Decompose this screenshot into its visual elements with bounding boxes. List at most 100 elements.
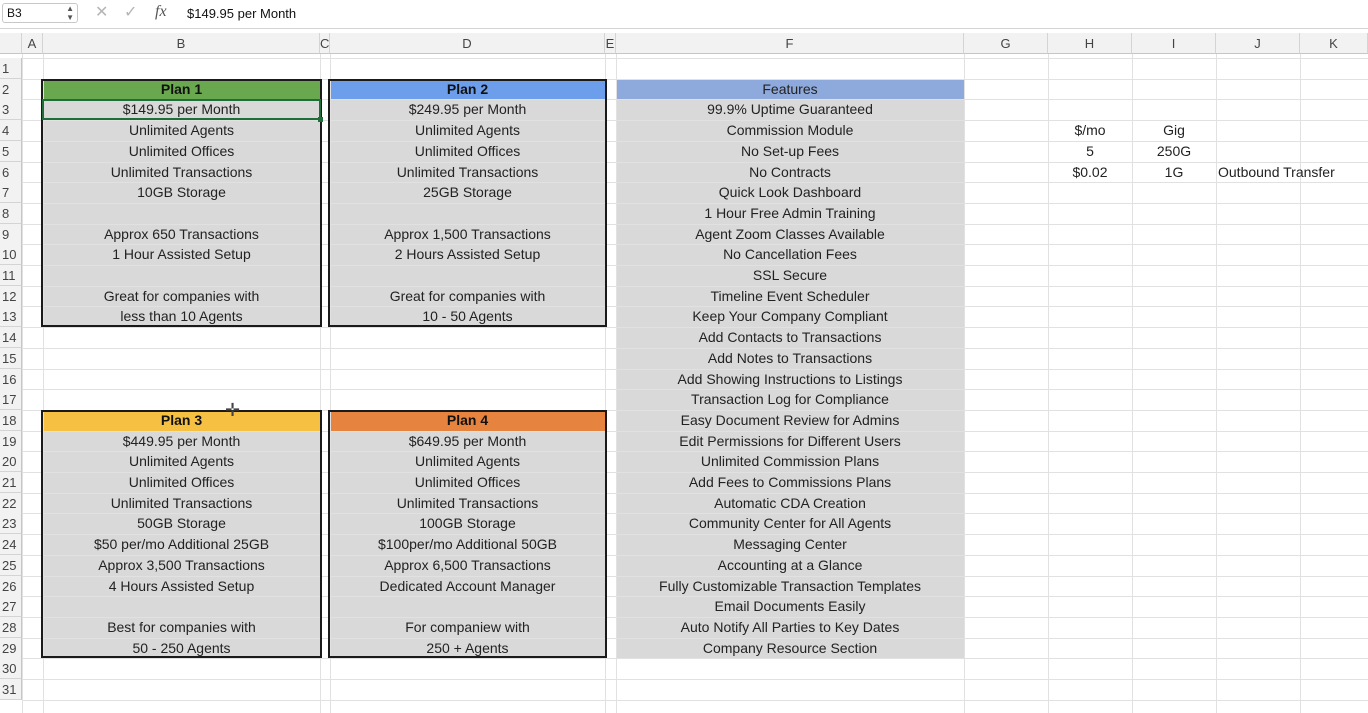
plan-1-line[interactable]: less than 10 Agents [43,306,320,327]
row-header-16[interactable]: 16 [0,369,22,390]
feature-item[interactable]: Email Documents Easily [616,596,964,617]
feature-item[interactable]: SSL Secure [616,265,964,286]
feature-item[interactable]: 99.9% Uptime Guaranteed [616,99,964,120]
column-header-f[interactable]: F [616,33,964,54]
feature-item[interactable]: Company Resource Section [616,638,964,659]
plan-2-line[interactable]: Great for companies with [330,286,605,307]
cancel-icon[interactable]: ✕ [95,4,108,22]
row-header-11[interactable]: 11 [0,265,22,286]
plan-3-line[interactable]: Approx 3,500 Transactions [43,555,320,576]
row-header-30[interactable]: 30 [0,658,22,679]
plan-2-line[interactable]: Unlimited Transactions [330,162,605,183]
plan-2-line[interactable]: $249.95 per Month [330,99,605,120]
confirm-icon[interactable]: ✓ [124,4,137,22]
plan-2-line[interactable]: Unlimited Offices [330,141,605,162]
plan-3-line[interactable]: $50 per/mo Additional 25GB [43,534,320,555]
side-cell-i5[interactable]: 250G [1132,141,1216,162]
name-box-stepper-icon[interactable]: ▲ ▼ [66,4,74,22]
feature-item[interactable]: Add Notes to Transactions [616,348,964,369]
plan-4-line[interactable]: $100per/mo Additional 50GB [330,534,605,555]
plan-3-line[interactable]: 50 - 250 Agents [43,638,320,659]
row-header-19[interactable]: 19 [0,431,22,452]
plan-4-line[interactable]: Unlimited Agents [330,451,605,472]
row-header-3[interactable]: 3 [0,99,22,120]
plan-1-line[interactable] [43,203,320,224]
row-header-27[interactable]: 27 [0,596,22,617]
plan-2-line[interactable]: 10 - 50 Agents [330,306,605,327]
feature-item[interactable]: Auto Notify All Parties to Key Dates [616,617,964,638]
side-cell-i4[interactable]: Gig [1132,120,1216,141]
plan-2-line[interactable]: 25GB Storage [330,182,605,203]
feature-item[interactable]: Add Contacts to Transactions [616,327,964,348]
feature-item[interactable]: Messaging Center [616,534,964,555]
column-header-j[interactable]: J [1216,33,1300,54]
column-header-e[interactable]: E [605,33,616,54]
plan-4-line[interactable]: $649.95 per Month [330,431,605,452]
row-header-31[interactable]: 31 [0,679,22,700]
feature-item[interactable]: 1 Hour Free Admin Training [616,203,964,224]
plan-2-line[interactable]: Unlimited Agents [330,120,605,141]
row-header-24[interactable]: 24 [0,534,22,555]
row-header-10[interactable]: 10 [0,244,22,265]
plan-4-line[interactable]: Approx 6,500 Transactions [330,555,605,576]
row-header-6[interactable]: 6 [0,162,22,183]
plan-3-line[interactable]: $449.95 per Month [43,431,320,452]
column-header-i[interactable]: I [1132,33,1216,54]
row-header-14[interactable]: 14 [0,327,22,348]
row-header-2[interactable]: 2 [0,79,22,100]
plan-4-line[interactable]: Dedicated Account Manager [330,576,605,597]
plan-1-line[interactable]: Unlimited Offices [43,141,320,162]
feature-item[interactable]: Community Center for All Agents [616,513,964,534]
column-header-b[interactable]: B [43,33,320,54]
row-header-21[interactable]: 21 [0,472,22,493]
plan-1-line[interactable] [43,265,320,286]
plan-2-line[interactable]: Approx 1,500 Transactions [330,224,605,245]
plan-4-line[interactable]: Unlimited Transactions [330,493,605,514]
feature-item[interactable]: Keep Your Company Compliant [616,306,964,327]
row-header-9[interactable]: 9 [0,224,22,245]
row-header-25[interactable]: 25 [0,555,22,576]
column-header-a[interactable]: A [22,33,43,54]
row-header-17[interactable]: 17 [0,389,22,410]
plan-3-line[interactable]: Unlimited Offices [43,472,320,493]
plan-1-line[interactable]: Unlimited Agents [43,120,320,141]
row-header-1[interactable]: 1 [0,58,22,79]
feature-item[interactable]: Transaction Log for Compliance [616,389,964,410]
feature-item[interactable]: No Cancellation Fees [616,244,964,265]
plan-4-line[interactable]: 100GB Storage [330,513,605,534]
row-header-4[interactable]: 4 [0,120,22,141]
plan-3-line[interactable] [43,596,320,617]
column-header-d[interactable]: D [330,33,605,54]
plan-3-line[interactable]: Unlimited Transactions [43,493,320,514]
row-header-28[interactable]: 28 [0,617,22,638]
side-cell-i6[interactable]: 1G [1132,162,1216,183]
row-header-20[interactable]: 20 [0,451,22,472]
row-header-13[interactable]: 13 [0,306,22,327]
select-all-corner[interactable] [0,33,22,54]
feature-item[interactable]: Quick Look Dashboard [616,182,964,203]
column-header-k[interactable]: K [1300,33,1368,54]
feature-item[interactable]: Add Showing Instructions to Listings [616,369,964,390]
row-header-29[interactable]: 29 [0,638,22,659]
column-header-h[interactable]: H [1048,33,1132,54]
plan-1-line[interactable]: 10GB Storage [43,182,320,203]
plan-2-line[interactable] [330,265,605,286]
plan-4-line[interactable]: For companiew with [330,617,605,638]
side-cell-h5[interactable]: 5 [1048,141,1132,162]
plan-1-line[interactable]: 1 Hour Assisted Setup [43,244,320,265]
plan-4-line[interactable] [330,596,605,617]
plan-4-line[interactable]: Unlimited Offices [330,472,605,493]
side-cell-h6[interactable]: $0.02 [1048,162,1132,183]
plan-3-line[interactable]: 4 Hours Assisted Setup [43,576,320,597]
feature-item[interactable]: No Contracts [616,162,964,183]
feature-item[interactable]: Agent Zoom Classes Available [616,224,964,245]
side-cell-h4[interactable]: $/mo [1048,120,1132,141]
plan-1-line[interactable]: Approx 650 Transactions [43,224,320,245]
plan-1-line[interactable]: Great for companies with [43,286,320,307]
function-icon[interactable]: fx [155,3,167,21]
plan-3-line[interactable]: Unlimited Agents [43,451,320,472]
fill-handle[interactable] [318,117,323,123]
feature-item[interactable]: Automatic CDA Creation [616,493,964,514]
feature-item[interactable]: Fully Customizable Transaction Templates [616,576,964,597]
row-header-15[interactable]: 15 [0,348,22,369]
